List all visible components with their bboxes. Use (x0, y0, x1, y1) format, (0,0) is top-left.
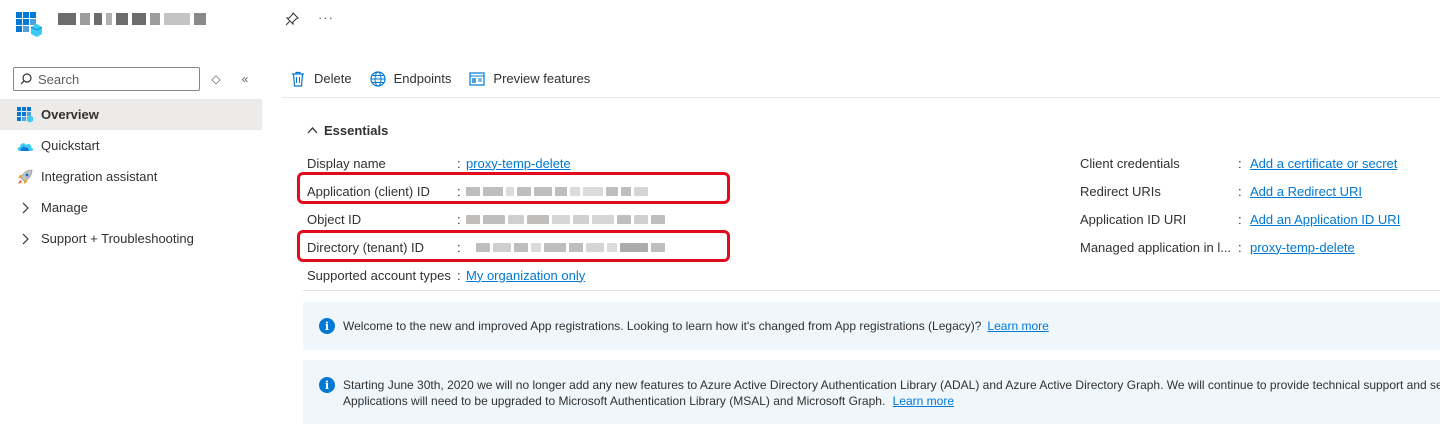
delete-button[interactable]: Delete (290, 71, 352, 87)
banner-line-1: Starting June 30th, 2020 we will no long… (343, 378, 1440, 392)
highlight-tenant-id (297, 230, 730, 262)
highlight-client-id (297, 172, 730, 204)
banner-text: Welcome to the new and improved App regi… (343, 319, 982, 333)
delete-label: Delete (314, 71, 352, 86)
chevron-right-icon (16, 233, 34, 245)
chevron-right-icon (16, 202, 34, 214)
banner-text-block: Starting June 30th, 2020 we will no long… (343, 377, 1440, 424)
learn-more-link[interactable]: Learn more (987, 319, 1048, 333)
search-icon (20, 73, 32, 85)
command-bar: Delete Endpoints Preview features (282, 60, 1440, 98)
info-banner-welcome: i Welcome to the new and improved App re… (303, 302, 1440, 350)
account-types-link[interactable]: My organization only (466, 268, 585, 283)
sidebar-item-manage[interactable]: Manage (0, 192, 262, 223)
essential-label: Object ID (307, 211, 362, 227)
display-name-link[interactable]: proxy-temp-delete (466, 156, 571, 171)
sidebar-item-label: Overview (41, 107, 99, 122)
essential-row-display-name: Display name : proxy-temp-delete (307, 155, 571, 171)
essentials-divider (303, 290, 1440, 291)
learn-more-link[interactable]: Learn more (893, 394, 954, 408)
app-registration-icon (16, 12, 42, 37)
banner-line-2: Applications will need to be upgraded to… (343, 394, 886, 408)
essential-label: Client credentials (1080, 155, 1180, 171)
preview-features-icon (469, 71, 486, 86)
essential-label: Managed application in l... (1080, 239, 1232, 255)
sidebar-item-label: Manage (41, 200, 88, 215)
add-certificate-link[interactable]: Add a certificate or secret (1250, 156, 1397, 171)
add-app-id-uri-link[interactable]: Add an Application ID URI (1250, 212, 1400, 227)
essential-row-client-credentials: Client credentials : Add a certificate o… (1080, 155, 1398, 171)
essential-row-object-id: Object ID : (307, 209, 665, 229)
essentials-title: Essentials (324, 123, 389, 138)
app-title-redacted (58, 13, 206, 27)
add-redirect-uri-link[interactable]: Add a Redirect URI (1250, 184, 1362, 199)
trash-icon (292, 71, 304, 87)
sidebar-item-quickstart[interactable]: Quickstart (0, 130, 262, 161)
sidebar-item-overview[interactable]: Overview (0, 99, 262, 130)
overview-icon (16, 106, 34, 124)
essential-label: Application ID URI (1080, 211, 1187, 227)
essential-label: Redirect URIs (1080, 183, 1161, 199)
globe-icon (369, 70, 386, 87)
essential-label: Supported account types (307, 267, 451, 283)
object-id-redacted (466, 214, 665, 224)
sidebar-item-integration-assistant[interactable]: Integration assistant (0, 161, 262, 192)
preview-features-button[interactable]: Preview features (469, 71, 590, 87)
essential-row-account-types: Supported account types : My organizatio… (307, 267, 586, 283)
essentials-toggle[interactable]: Essentials (307, 123, 388, 138)
sidebar-item-support-troubleshooting[interactable]: Support + Troubleshooting (0, 223, 262, 254)
endpoints-label: Endpoints (393, 71, 452, 86)
info-icon: i (319, 318, 335, 334)
rocket-icon (16, 168, 34, 186)
quickstart-icon (16, 137, 34, 155)
info-banner-adal: i Starting June 30th, 2020 we will no lo… (303, 360, 1440, 424)
chevron-up-icon (307, 125, 318, 137)
essential-row-app-id-uri: Application ID URI : Add an Application … (1080, 211, 1401, 227)
search-box[interactable] (13, 67, 200, 91)
managed-app-link[interactable]: proxy-temp-delete (1250, 240, 1355, 255)
sidebar-item-label: Quickstart (41, 138, 100, 153)
preview-features-label: Preview features (493, 71, 591, 86)
filter-icon[interactable]: ◇ (209, 72, 223, 86)
sidebar-item-label: Integration assistant (41, 169, 158, 184)
essential-row-redirect-uris: Redirect URIs : Add a Redirect URI (1080, 183, 1362, 199)
more-options-icon[interactable]: ··· (318, 10, 334, 25)
info-icon: i (319, 377, 335, 393)
search-input[interactable] (38, 71, 188, 87)
sidebar-item-label: Support + Troubleshooting (41, 231, 194, 246)
collapse-sidebar-icon[interactable]: « (238, 72, 252, 86)
sidebar-nav: Overview Quickstart Integration assistan… (0, 99, 262, 254)
pin-icon[interactable] (285, 12, 299, 26)
header: ··· (0, 0, 1440, 52)
essential-row-managed-app: Managed application in l... : proxy-temp… (1080, 239, 1355, 255)
essential-label: Display name (307, 155, 386, 171)
endpoints-button[interactable]: Endpoints (369, 70, 452, 87)
sidebar: ◇ « Overview Quickstart (0, 52, 262, 434)
